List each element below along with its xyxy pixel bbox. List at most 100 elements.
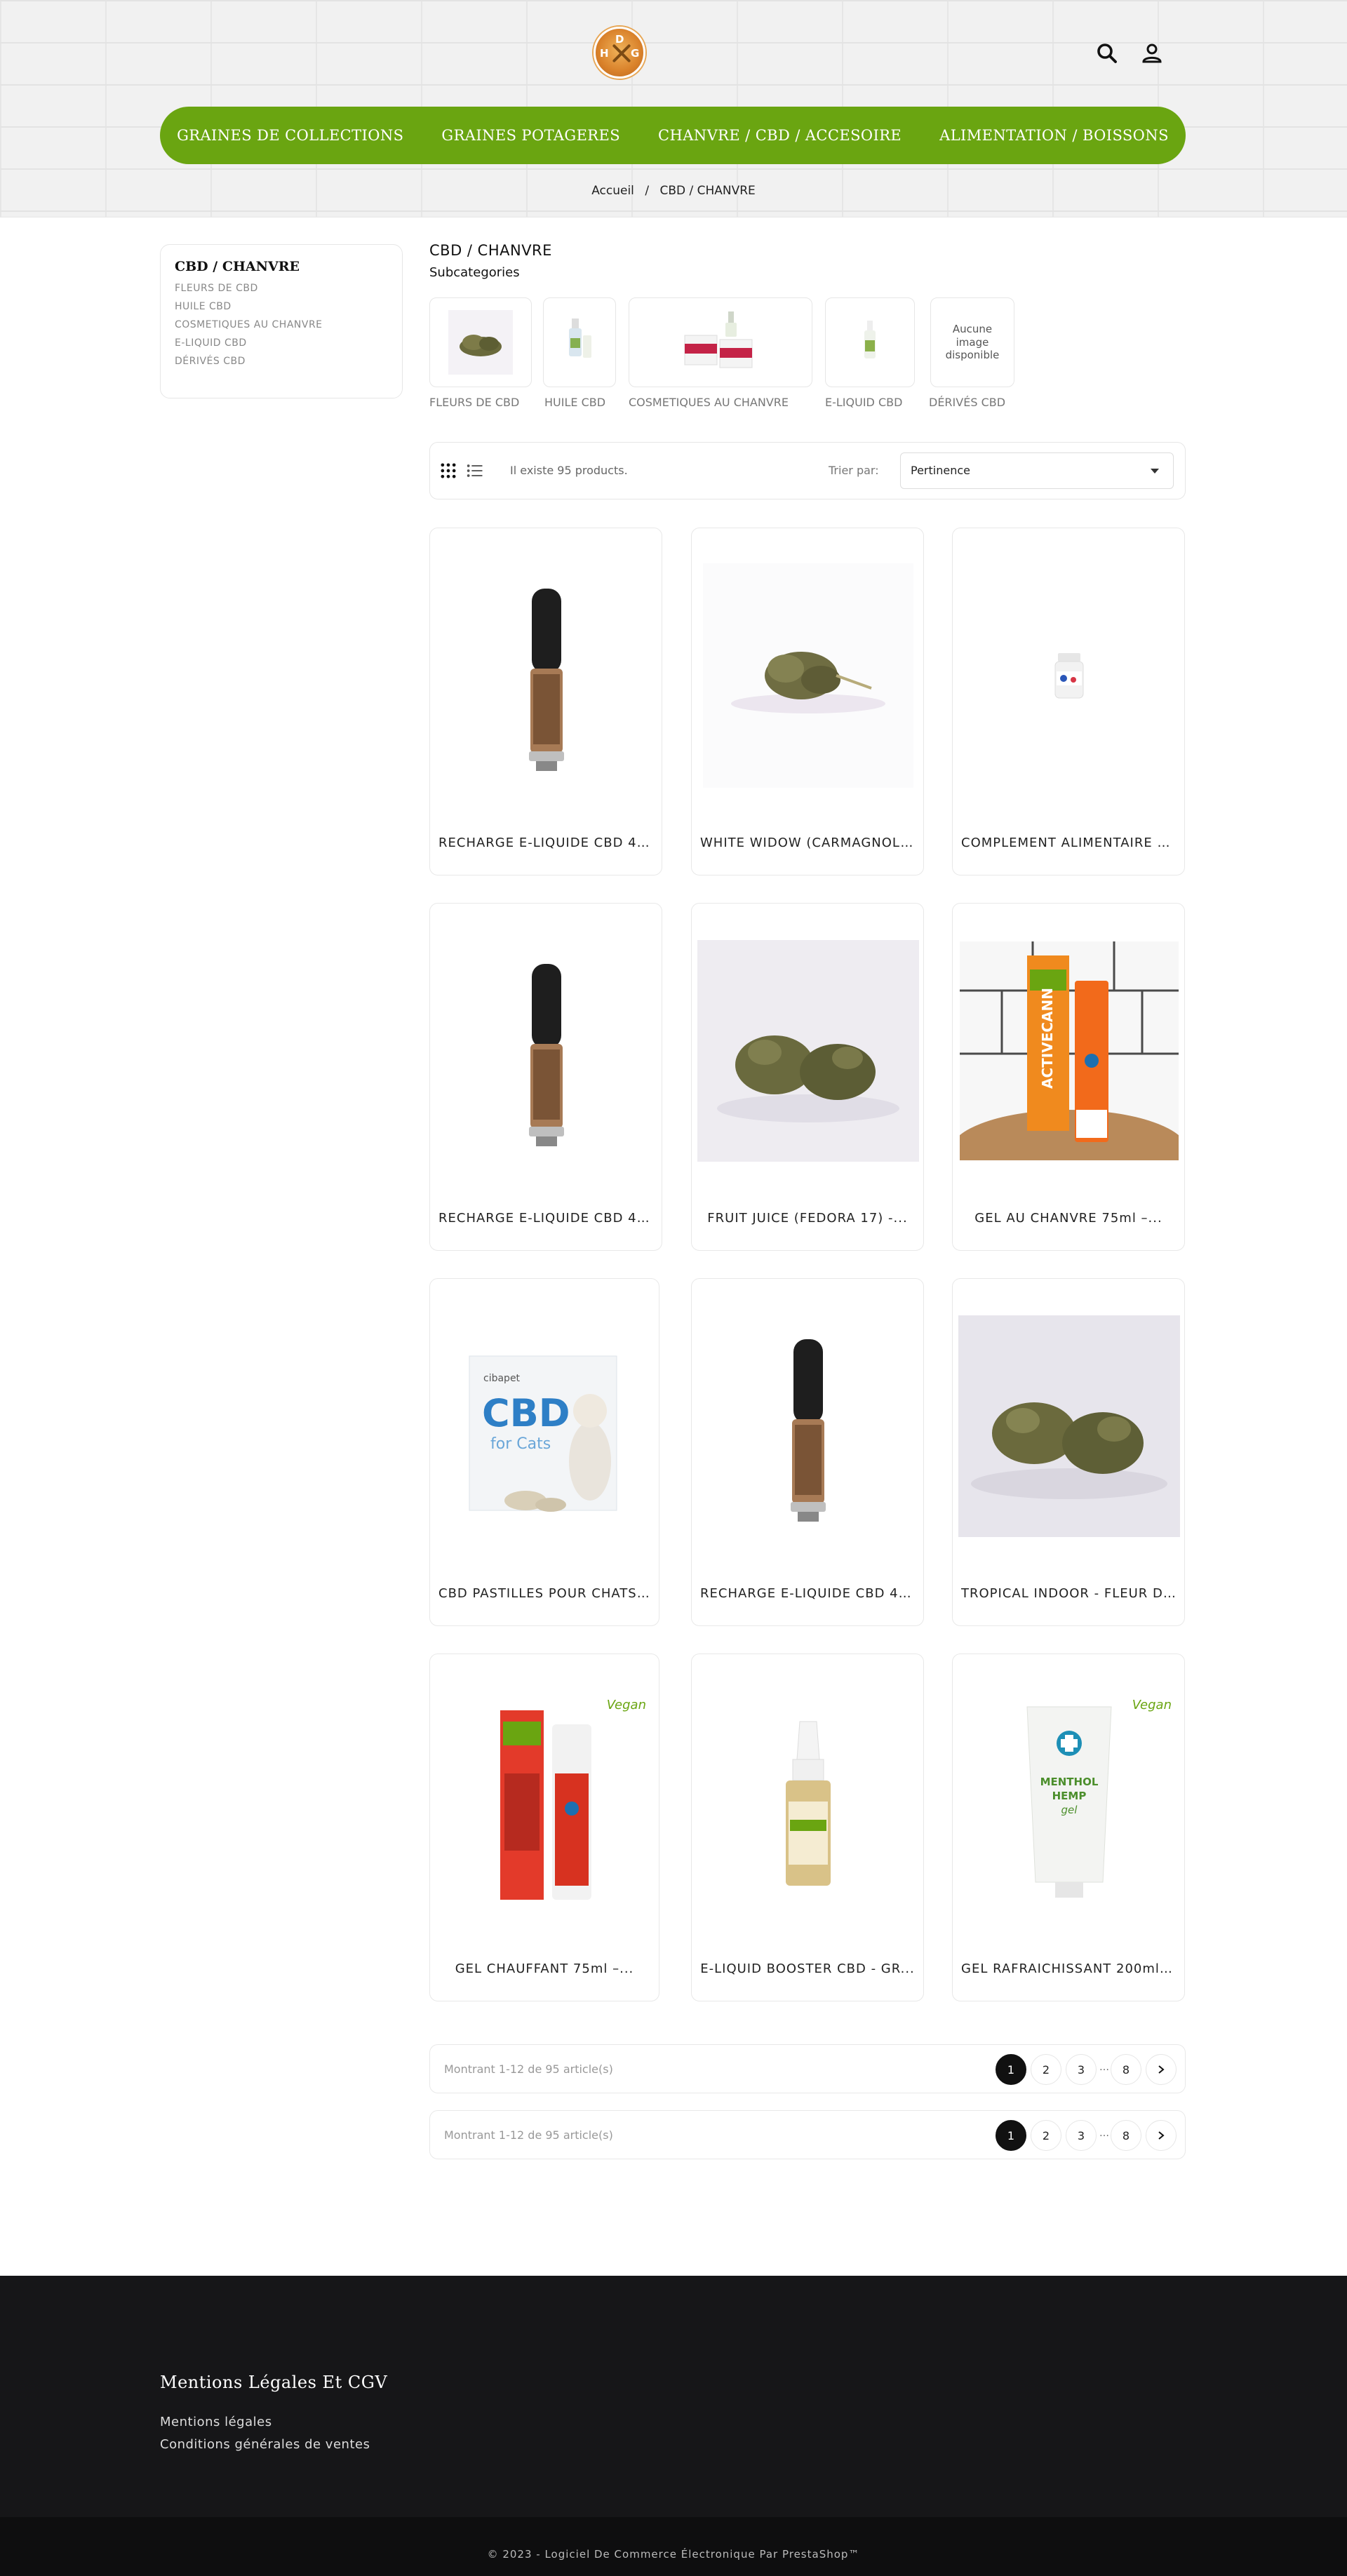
page-3-button[interactable]: 3 xyxy=(1066,2120,1097,2151)
sidebar-item-derives[interactable]: DÉRIVÉS CBD xyxy=(175,356,388,367)
product-card[interactable]: FRUIT JUICE (FEDORA 17) -... xyxy=(691,903,924,1251)
subcategory-thumb-fleurs[interactable] xyxy=(429,297,532,387)
product-image[interactable] xyxy=(434,563,659,788)
product-card[interactable]: RECHARGE E-LIQUIDE CBD 400... xyxy=(429,903,662,1251)
sidebar-item-fleurs[interactable]: FLEURS DE CBD xyxy=(175,283,388,294)
subcategory-thumb-eliquid[interactable] xyxy=(825,297,915,387)
page-1-button[interactable]: 1 xyxy=(996,2054,1026,2085)
nav-item-chanvre-cbd[interactable]: CHANVRE / CBD / ACCESOIRE xyxy=(658,127,902,144)
subcategory-label-derives[interactable]: DÉRIVÉS CBD xyxy=(929,396,1005,409)
product-image[interactable] xyxy=(957,1314,1181,1538)
page-8-button[interactable]: 8 xyxy=(1111,2054,1141,2085)
product-name[interactable]: WHITE WIDOW (CARMAGNOLA... xyxy=(700,836,915,850)
product-card[interactable]: ACTIVECANN GEL AU CHANVRE 75ml –... xyxy=(952,903,1185,1251)
chevron-right-icon xyxy=(1158,2131,1165,2140)
pagination-ellipsis: … xyxy=(1099,2128,1109,2139)
booster-bottle-image xyxy=(786,1721,831,1886)
product-card[interactable]: Vegan GEL CHAUFFANT 75ml –... xyxy=(429,1653,659,2001)
next-page-button[interactable] xyxy=(1146,2054,1177,2085)
copyright-text[interactable]: © 2023 - Logiciel De Commerce Électroniq… xyxy=(0,2548,1347,2561)
product-name[interactable]: GEL RAFRAICHISSANT 200ml ... xyxy=(961,1961,1176,1976)
flower-image xyxy=(703,563,913,788)
subcategory-label-fleurs[interactable]: FLEURS DE CBD xyxy=(429,396,519,409)
nav-item-graines-collections[interactable]: GRAINES DE COLLECTIONS xyxy=(177,127,403,144)
products-toolbar: Il existe 95 products. Trier par: Pertin… xyxy=(429,442,1186,499)
sort-value: Pertinence xyxy=(911,464,970,477)
sidebar-title[interactable]: CBD / CHANVRE xyxy=(175,259,388,274)
cosmetics-icon xyxy=(684,311,753,368)
sort-dropdown[interactable]: Pertinence xyxy=(900,452,1174,489)
nav-item-graines-potageres[interactable]: GRAINES POTAGERES xyxy=(441,127,620,144)
cartridge-image xyxy=(529,589,564,771)
logo[interactable]: D H G xyxy=(594,27,645,79)
sidebar-item-eliquid[interactable]: E-LIQUID CBD xyxy=(175,337,388,349)
pagination-summary: Montrant 1-12 de 95 article(s) xyxy=(444,2062,613,2076)
logo-letter-top: D xyxy=(615,33,624,46)
product-image[interactable] xyxy=(957,563,1181,788)
sidebar-item-huile[interactable]: HUILE CBD xyxy=(175,301,388,312)
search-icon[interactable] xyxy=(1094,41,1120,66)
breadcrumb-home[interactable]: Accueil xyxy=(591,184,634,198)
product-name[interactable]: RECHARGE E-LIQUIDE CBD 400... xyxy=(438,1211,653,1226)
product-image[interactable]: MENTHOL HEMP gel xyxy=(957,1689,1181,1914)
gel-red-image xyxy=(500,1710,591,1900)
product-name[interactable]: COMPLEMENT ALIMENTAIRE –... xyxy=(961,836,1176,850)
product-image[interactable] xyxy=(696,1689,920,1914)
footer-link-mentions[interactable]: Mentions légales xyxy=(160,2415,272,2429)
subcategory-label-cosmetiques[interactable]: COSMETIQUES AU CHANVRE xyxy=(629,396,789,409)
product-name[interactable]: RECHARGE E-LIQUIDE CBD 450... xyxy=(438,836,653,850)
logo-letter-left: H xyxy=(600,47,609,60)
product-card[interactable]: E-LIQUID BOOSTER CBD - GR... xyxy=(691,1653,924,2001)
product-card[interactable]: TROPICAL INDOOR - FLEUR DE... xyxy=(952,1278,1185,1626)
footer-link-cgv[interactable]: Conditions générales de ventes xyxy=(160,2437,370,2452)
product-name[interactable]: FRUIT JUICE (FEDORA 17) -... xyxy=(700,1211,915,1226)
chevron-down-icon xyxy=(1151,469,1159,474)
nav-item-alimentation[interactable]: ALIMENTATION / BOISSONS xyxy=(939,127,1169,144)
subcategory-thumb-derives[interactable]: Aucune image disponible xyxy=(930,297,1014,387)
cbd-cats-box-image: cibapet CBD for Cats xyxy=(441,1321,652,1531)
gel-orange-brand: ACTIVECANN xyxy=(1039,988,1056,1089)
product-name[interactable]: RECHARGE E-LIQUIDE CBD 400... xyxy=(700,1586,915,1601)
page-3-button[interactable]: 3 xyxy=(1066,2054,1097,2085)
product-card[interactable]: COMPLEMENT ALIMENTAIRE –... xyxy=(952,528,1185,876)
product-name[interactable]: GEL CHAUFFANT 75ml –... xyxy=(438,1961,650,1976)
product-name[interactable]: GEL AU CHANVRE 75ml –... xyxy=(961,1211,1176,1226)
pagination-summary: Montrant 1-12 de 95 article(s) xyxy=(444,2128,613,2142)
flower-image xyxy=(958,1315,1180,1537)
product-image[interactable] xyxy=(696,939,920,1163)
subcategory-label-huile[interactable]: HUILE CBD xyxy=(544,396,605,409)
eliquid-icon xyxy=(864,321,876,358)
product-name[interactable]: CBD PASTILLES POUR CHATS... xyxy=(438,1586,650,1601)
list-view-icon[interactable] xyxy=(465,461,485,481)
next-page-button[interactable] xyxy=(1146,2120,1177,2151)
product-image[interactable] xyxy=(434,1689,659,1914)
sidebar-item-cosmetiques[interactable]: COSMETIQUES AU CHANVRE xyxy=(175,319,388,330)
grid-view-icon[interactable] xyxy=(438,461,458,481)
page-2-button[interactable]: 2 xyxy=(1031,2054,1061,2085)
product-image[interactable] xyxy=(696,563,920,788)
page-8-button[interactable]: 8 xyxy=(1111,2120,1141,2151)
product-card[interactable]: cibapet CBD for Cats CBD PASTILLES POUR … xyxy=(429,1278,659,1626)
menthol-line3: gel xyxy=(1061,1804,1078,1816)
product-card[interactable]: WHITE WIDOW (CARMAGNOLA... xyxy=(691,528,924,876)
user-icon[interactable] xyxy=(1139,41,1165,66)
subcategory-thumb-huile[interactable] xyxy=(543,297,616,387)
product-image[interactable] xyxy=(696,1314,920,1538)
page-1-button[interactable]: 1 xyxy=(996,2120,1026,2151)
product-card[interactable]: RECHARGE E-LIQUIDE CBD 450... xyxy=(429,528,662,876)
sort-label: Trier par: xyxy=(829,464,879,477)
product-card[interactable]: Vegan MENTHOL HEMP gel GEL RAFRAICHISSAN… xyxy=(952,1653,1185,2001)
product-name[interactable]: E-LIQUID BOOSTER CBD - GR... xyxy=(700,1961,915,1976)
subcategories-heading: Subcategories xyxy=(429,265,520,280)
menthol-line2: HEMP xyxy=(1052,1790,1087,1802)
product-card[interactable]: RECHARGE E-LIQUIDE CBD 400... xyxy=(691,1278,924,1626)
subcategory-thumb-cosmetiques[interactable] xyxy=(629,297,812,387)
footer-title: Mentions Légales Et CGV xyxy=(160,2373,388,2392)
subcategory-label-eliquid[interactable]: E-LIQUID CBD xyxy=(825,396,902,409)
product-image[interactable]: ACTIVECANN xyxy=(957,939,1181,1163)
logo-letter-right: G xyxy=(631,47,640,60)
product-image[interactable] xyxy=(434,939,659,1163)
page-2-button[interactable]: 2 xyxy=(1031,2120,1061,2151)
product-image[interactable]: cibapet CBD for Cats xyxy=(434,1314,659,1538)
product-name[interactable]: TROPICAL INDOOR - FLEUR DE... xyxy=(961,1586,1176,1601)
